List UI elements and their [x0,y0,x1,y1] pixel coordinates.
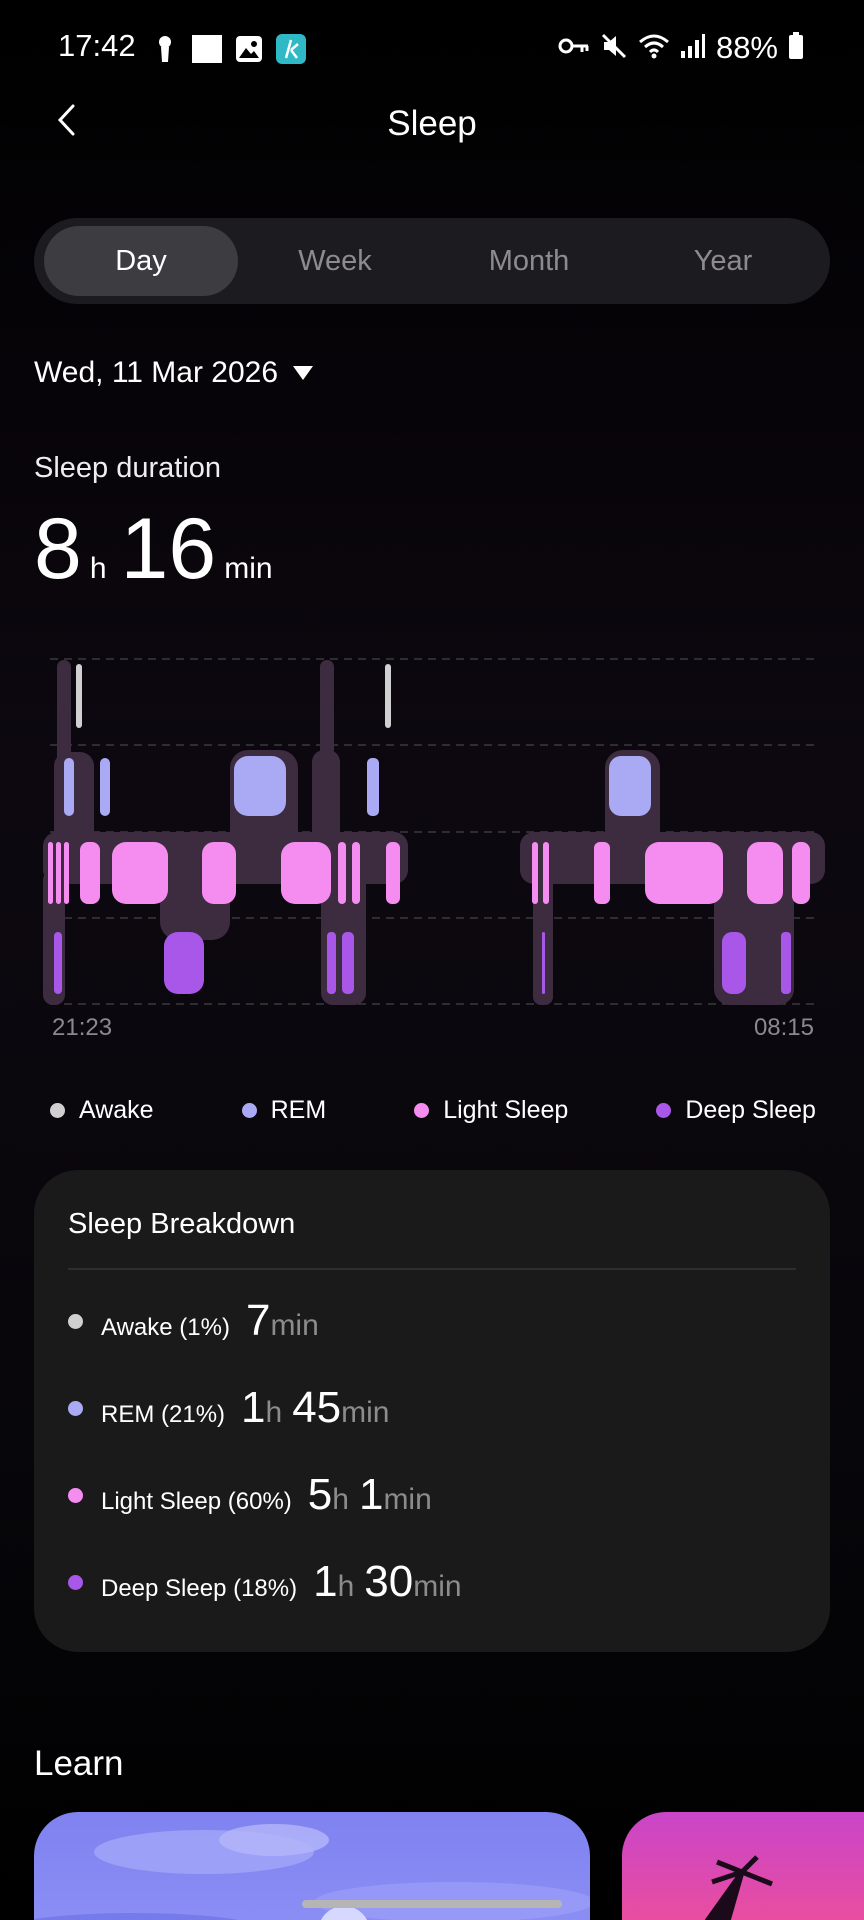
breakdown-row-light-sleep: Light Sleep (60%) 5 h 1 min [68,1470,442,1520]
breakdown-hours-unit: h [265,1396,283,1429]
breakdown-minutes-unit: min [270,1309,319,1342]
light-sleep-bars [48,842,810,904]
legend-rem: REM [241,1096,327,1125]
legend-awake: Awake [50,1096,154,1125]
rem-dot-icon [68,1400,83,1416]
chart-end-time: 08:15 [753,1014,814,1041]
app-k-icon [276,34,306,64]
breakdown-label: Deep Sleep (18%) [101,1575,298,1602]
breakdown-row-awake: Awake (1%) 7 min [68,1296,329,1346]
home-indicator[interactable] [302,1900,562,1908]
breakdown-minutes-unit: min [383,1483,432,1516]
deep-sleep-dot-icon [656,1103,672,1118]
breakdown-row-rem: REM (21%) 1 h 45 min [68,1383,400,1433]
tab-week[interactable]: Week [238,226,432,296]
duration-hours: 8 [34,501,82,597]
tab-month[interactable]: Month [432,226,626,296]
duration-hours-unit: h [89,552,107,585]
date-label: Wed, 11 Mar 2026 [34,356,279,389]
tab-day[interactable]: Day [44,226,238,296]
breakdown-hours: 1 [313,1557,338,1606]
legend-rem-label: REM [270,1096,327,1124]
duration-minutes: 16 [120,501,217,597]
duration-minutes-unit: min [224,552,273,585]
chart-start-time: 21:23 [52,1014,113,1041]
awake-bars [76,664,391,728]
breakdown-minutes-unit: min [341,1396,390,1429]
breakdown-minutes: 30 [364,1557,414,1606]
breakdown-label: Awake (1%) [101,1314,230,1341]
chart-legend: Awake REM Light Sleep Deep Sleep [50,1096,816,1125]
period-tabs: Day Week Month Year [34,218,830,304]
page-title: Sleep [387,104,477,143]
gallery-icon [234,34,264,64]
breakdown-hours: 5 [307,1470,333,1519]
breakdown-minutes: 7 [245,1296,271,1345]
breakdown-row-deep-sleep: Deep Sleep (18%) 1 h 30 min [68,1557,472,1607]
deep-sleep-dot-icon [68,1574,83,1590]
breakdown-title: Sleep Breakdown [68,1208,296,1240]
breakdown-label: REM (21%) [101,1401,226,1428]
battery-percent: 88% [715,30,778,65]
rem-bars [64,756,651,816]
rem-dot-icon [241,1103,257,1118]
legend-light-sleep: Light Sleep [414,1096,568,1125]
triangle-down-icon [292,356,314,390]
breakdown-hours-unit: h [337,1570,355,1603]
status-right-icons: 88% [558,30,804,66]
battery-icon [788,31,804,65]
breakdown-hours: 1 [241,1383,266,1432]
breakdown-label: Light Sleep (60%) [101,1488,292,1515]
legend-awake-label: Awake [79,1096,154,1124]
breakdown-hours-unit: h [332,1483,349,1516]
signal-icon [680,33,706,64]
breakdown-minutes-unit: min [413,1570,462,1603]
breakdown-minutes: 1 [358,1470,384,1519]
breakdown-divider [68,1268,796,1270]
legend-light-sleep-label: Light Sleep [443,1096,569,1124]
learn-section-title: Learn [34,1744,124,1783]
sleep-stage-chart[interactable] [40,640,828,1010]
mute-icon [600,32,628,65]
date-selector[interactable]: Wed, 11 Mar 2026 [34,356,314,390]
status-time: 17:42 [58,28,136,63]
breakdown-minutes: 45 [292,1383,342,1432]
learn-card-2[interactable] [622,1812,864,1920]
square-icon [192,34,222,64]
light-sleep-dot-icon [68,1487,83,1503]
sleep-breakdown-card[interactable]: Sleep Breakdown Awake (1%) 7 min REM (21… [34,1170,830,1652]
key-icon [558,35,590,62]
sleep-duration-label: Sleep duration [34,452,222,484]
deep-sleep-bars [54,932,791,994]
status-left-icons [150,34,306,64]
wifi-icon [638,33,670,64]
awake-dot-icon [50,1103,65,1118]
sleep-duration-value: 8 h 16 min [34,500,287,599]
palm-silhouette-illustration [704,1855,773,1920]
keyhole-icon [150,34,180,64]
awake-dot-icon [68,1313,83,1329]
legend-deep-sleep: Deep Sleep [656,1096,816,1125]
legend-deep-sleep-label: Deep Sleep [685,1096,816,1124]
light-sleep-dot-icon [414,1103,430,1118]
tab-year[interactable]: Year [626,226,820,296]
